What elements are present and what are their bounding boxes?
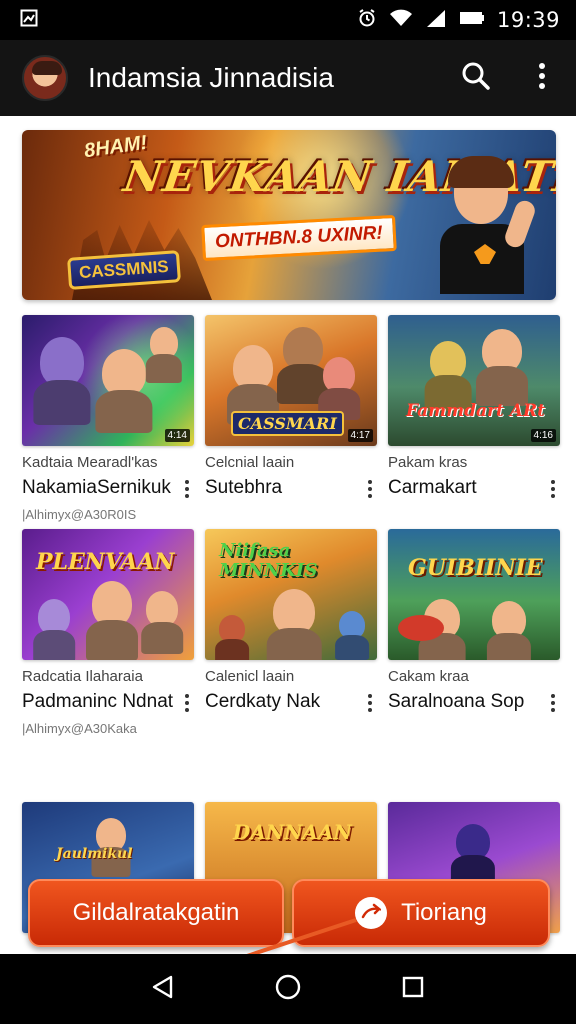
video-duration: 4:17 — [347, 429, 373, 442]
screenshot-notification-icon — [20, 9, 38, 32]
video-options-button[interactable] — [363, 478, 377, 500]
video-card[interactable]: PLENVAAN Radcatia Ilaharaia Padmaninc Nd… — [22, 529, 194, 736]
avatar[interactable] — [22, 55, 68, 101]
channel-name[interactable]: Cakam kraa — [388, 668, 560, 685]
thumbnail-text: DANNAAN — [233, 820, 352, 844]
channel-name[interactable]: Calenicl laain — [205, 668, 377, 685]
video-title[interactable]: NakamiaSernikuk — [22, 477, 194, 499]
more-vert-icon — [538, 62, 546, 95]
video-feed[interactable]: 8HAM! NEVKAAN IAMATI! ONTHBN.8 UXINR! CA… — [0, 116, 576, 954]
video-options-button[interactable] — [546, 478, 560, 500]
video-title[interactable]: Cerdkaty Nak — [205, 691, 377, 713]
thumbnail-text: Fammdart ARt — [406, 401, 545, 421]
video-thumbnail[interactable]: Niifasa MINNKIS — [205, 529, 377, 660]
channel-name[interactable]: Radcatia Ilaharaia — [22, 668, 194, 685]
page-title: Indamsia Jinnadisia — [88, 62, 334, 93]
secondary-action-label: Tioriang — [401, 899, 487, 926]
share-arrow-icon — [355, 897, 388, 929]
status-bar: 19:39 — [0, 0, 576, 40]
video-duration: 4:16 — [530, 429, 556, 442]
channel-name[interactable]: Kadtaia Mearadl'kas — [22, 454, 194, 471]
video-thumbnail[interactable]: Fammdart ARt 4:16 — [388, 315, 560, 446]
home-button[interactable] — [268, 969, 308, 1009]
video-card[interactable]: 4:14 Kadtaia Mearadl'kas NakamiaSernikuk… — [22, 315, 194, 522]
video-card[interactable]: Niifasa MINNKIS Calenicl laain Cerdkaty … — [205, 529, 377, 721]
wifi-icon — [389, 8, 413, 33]
video-options-button[interactable] — [180, 692, 194, 714]
thumbnail-text: GUIBIINIE — [408, 555, 543, 581]
signal-icon — [425, 8, 447, 33]
search-icon — [461, 61, 491, 96]
primary-action-button[interactable]: Gildalratakgatin — [28, 879, 284, 947]
thumbnail-text: Niifasa MINNKIS — [219, 540, 318, 581]
channel-name[interactable]: Celcnial laain — [205, 454, 377, 471]
video-card[interactable]: Fammdart ARt 4:16 Pakam kras Carmakart — [388, 315, 560, 507]
video-title[interactable]: Saralnoana Sop — [388, 691, 560, 713]
search-button[interactable] — [458, 60, 494, 96]
thumbnail-text: PLENVAAN — [36, 549, 175, 575]
primary-action-label: Gildalratakgatin — [72, 899, 240, 926]
status-time: 19:39 — [496, 8, 560, 32]
system-nav-bar — [0, 954, 576, 1024]
video-title[interactable]: Carmakart — [388, 477, 560, 499]
video-views: |Alhimyx@A30Kaka — [22, 721, 137, 736]
video-options-button[interactable] — [363, 692, 377, 714]
recents-square-icon — [402, 976, 424, 1003]
recents-button[interactable] — [393, 969, 433, 1009]
alarm-icon — [357, 8, 377, 33]
thumbnail-text: CASSMARI — [231, 411, 344, 436]
more-options-button[interactable] — [524, 60, 560, 96]
video-options-button[interactable] — [546, 692, 560, 714]
secondary-action-button[interactable]: Tioriang — [292, 879, 550, 947]
back-button[interactable] — [143, 969, 183, 1009]
video-thumbnail[interactable]: CASSMARI 4:17 — [205, 315, 377, 446]
channel-name[interactable]: Pakam kras — [388, 454, 560, 471]
video-card[interactable]: CASSMARI 4:17 Celcnial laain Sutebhra — [205, 315, 377, 507]
home-circle-icon — [275, 974, 301, 1005]
video-thumbnail[interactable]: GUIBIINIE — [388, 529, 560, 660]
thumbnail-text: Jaulmikul — [56, 846, 133, 862]
battery-icon — [459, 10, 485, 31]
app-bar: Indamsia Jinnadisia — [0, 40, 576, 116]
video-options-button[interactable] — [180, 478, 194, 500]
video-thumbnail[interactable]: PLENVAAN — [22, 529, 194, 660]
video-title[interactable]: Padmaninc Ndnat — [22, 691, 194, 713]
video-duration: 4:14 — [164, 429, 190, 442]
video-title[interactable]: Sutebhra — [205, 477, 377, 499]
video-thumbnail[interactable]: 4:14 — [22, 315, 194, 446]
banner-hero-illustration — [414, 152, 544, 300]
back-triangle-icon — [151, 975, 175, 1004]
featured-banner[interactable]: 8HAM! NEVKAAN IAMATI! ONTHBN.8 UXINR! CA… — [22, 130, 556, 300]
video-card[interactable]: GUIBIINIE Cakam kraa Saralnoana Sop — [388, 529, 560, 721]
video-views: |Alhimyx@A30R0IS — [22, 507, 137, 522]
